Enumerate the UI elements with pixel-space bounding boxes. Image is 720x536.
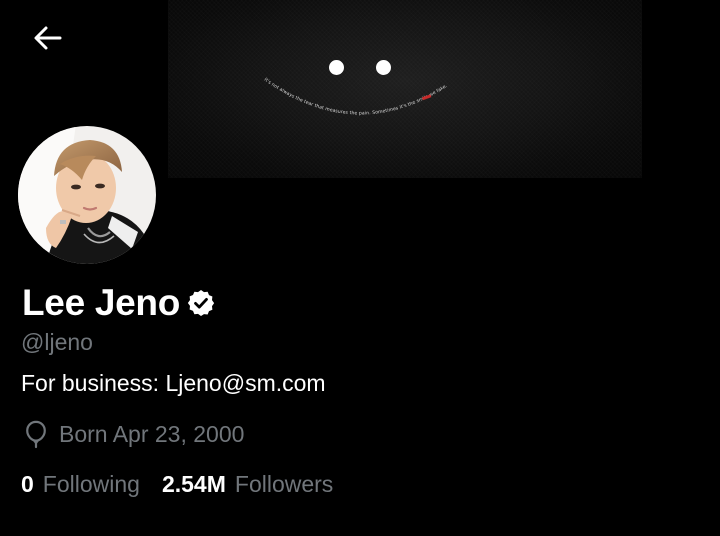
verified-badge-icon[interactable] [186,288,216,318]
arrow-left-icon [34,26,62,50]
followers-label: Followers [234,471,334,497]
following-link[interactable]: 0 Following [21,471,140,498]
name-row: Lee Jeno [22,282,216,324]
following-count: 0 [21,471,34,497]
following-label: Following [42,471,140,497]
profile-handle: @ljeno [21,329,93,355]
banner-caption: It's not always the tear that measures t… [263,77,449,117]
balloon-icon [22,419,50,449]
avatar-image [16,124,158,266]
banner-image: It's not always the tear that measures t… [168,0,642,178]
profile-avatar[interactable] [16,124,158,266]
smiley-left-eye [329,60,344,75]
banner-red-word [421,94,432,101]
birthday-row: Born Apr 23, 2000 [22,419,244,449]
profile-bio: For business: Ljeno@sm.com [21,370,326,396]
display-name: Lee Jeno [22,282,180,323]
svg-text:It's not always the tear that: It's not always the tear that measures t… [263,77,449,117]
birthday-text: Born Apr 23, 2000 [59,420,245,447]
smiley-mouth-caption: It's not always the tear that measures t… [263,77,449,117]
back-button[interactable] [26,20,70,56]
smiley-right-eye [376,60,391,75]
followers-count: 2.54M [161,471,226,497]
follow-stats: 0 Following 2.54M Followers [21,471,333,498]
followers-link[interactable]: 2.54M Followers [162,471,333,498]
